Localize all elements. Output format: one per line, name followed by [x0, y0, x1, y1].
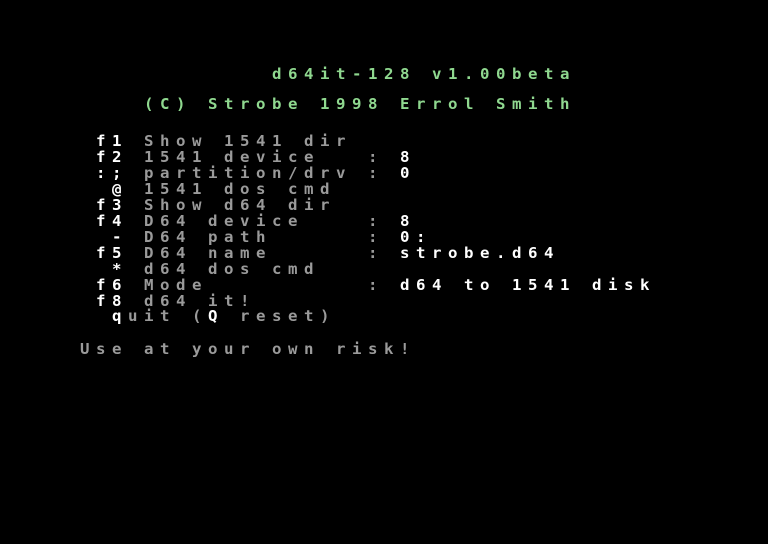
copyright-text: (C) Strobe 1998 Errol Smith: [144, 95, 570, 113]
menu-item-value[interactable]: 8: [384, 213, 416, 229]
menu-item-separator: :: [368, 148, 378, 166]
menu-item[interactable]: * d64 dos cmd: [0, 261, 768, 277]
reset-key[interactable]: Q: [208, 308, 224, 324]
app-title: d64it-128 v1.00beta: [0, 66, 768, 82]
menu-item[interactable]: f1 Show 1541 dir: [0, 133, 768, 149]
menu-item-separator: :: [368, 276, 378, 294]
menu-item-label: Show 1541 dir: [144, 132, 346, 150]
menu-item-separator: :: [368, 164, 378, 182]
menu-item-separator: :: [368, 228, 378, 246]
menu-item-label: Mode: [144, 276, 202, 294]
menu-item-key[interactable]: @: [0, 181, 128, 197]
menu-item-label: D64 device: [144, 212, 298, 230]
menu-item[interactable]: f2 1541 device : 8: [0, 149, 768, 165]
quit-key[interactable]: q: [0, 308, 128, 324]
menu-item-key[interactable]: :;: [0, 165, 128, 181]
menu-item-value[interactable]: d64 to 1541 disk: [384, 277, 656, 293]
menu-item[interactable]: f6 Mode : d64 to 1541 disk: [0, 277, 768, 293]
terminal-screen: d64it-128 v1.00beta (C) Strobe 1998 Erro…: [0, 0, 768, 544]
app-title-text: d64it-128 v1.00beta: [272, 65, 570, 83]
menu-item-key[interactable]: -: [0, 229, 128, 245]
menu-item-value[interactable]: 8: [384, 149, 416, 165]
copyright-line: (C) Strobe 1998 Errol Smith: [0, 96, 768, 112]
menu-item-label: p a r t i t i o n / d r v: [144, 164, 346, 182]
menu-item[interactable]: f5 D64 name : strobe.d64: [0, 245, 768, 261]
menu-item-label: D64 path: [144, 228, 266, 246]
menu-item-quit[interactable]: quit ( Q r e s e t): [0, 308, 768, 324]
menu-item-key[interactable]: f5: [0, 245, 128, 261]
menu-item[interactable]: :; p a r t i t i o n / d r v : 0: [0, 165, 768, 181]
menu-item-value[interactable]: 0: [384, 165, 416, 181]
quit-label-part2: r e s e t): [240, 307, 330, 325]
menu-item-label: 1541 device: [144, 148, 314, 166]
menu-item[interactable]: f4 D64 device : 8: [0, 213, 768, 229]
risk-warning-text: Use at your own r i s k!: [80, 340, 410, 358]
menu-item-label: D64 name: [144, 244, 266, 262]
quit-label-part1: uit (: [128, 307, 202, 325]
menu-item-value[interactable]: 0:: [384, 229, 432, 245]
menu-item-label: Show d64 dir: [144, 196, 330, 214]
menu-item-key[interactable]: f2: [0, 149, 128, 165]
menu-item-label: d64 dos cmd: [144, 260, 314, 278]
menu-item-key[interactable]: *: [0, 261, 128, 277]
menu-item[interactable]: f3 Show d64 dir: [0, 197, 768, 213]
menu-item-key[interactable]: f4: [0, 213, 128, 229]
menu-item-value[interactable]: strobe.d64: [384, 245, 560, 261]
menu-item[interactable]: @ 1541 dos cmd: [0, 181, 768, 197]
menu-item-separator: :: [368, 244, 378, 262]
menu-item-key[interactable]: f6: [0, 277, 128, 293]
menu-item-label: 1541 dos cmd: [144, 180, 330, 198]
risk-warning: Use at your own r i s k!: [0, 341, 768, 357]
menu-item-separator: :: [368, 212, 378, 230]
menu-item-key[interactable]: f1: [0, 133, 128, 149]
menu-item[interactable]: - D64 path : 0:: [0, 229, 768, 245]
menu-item-key[interactable]: f3: [0, 197, 128, 213]
